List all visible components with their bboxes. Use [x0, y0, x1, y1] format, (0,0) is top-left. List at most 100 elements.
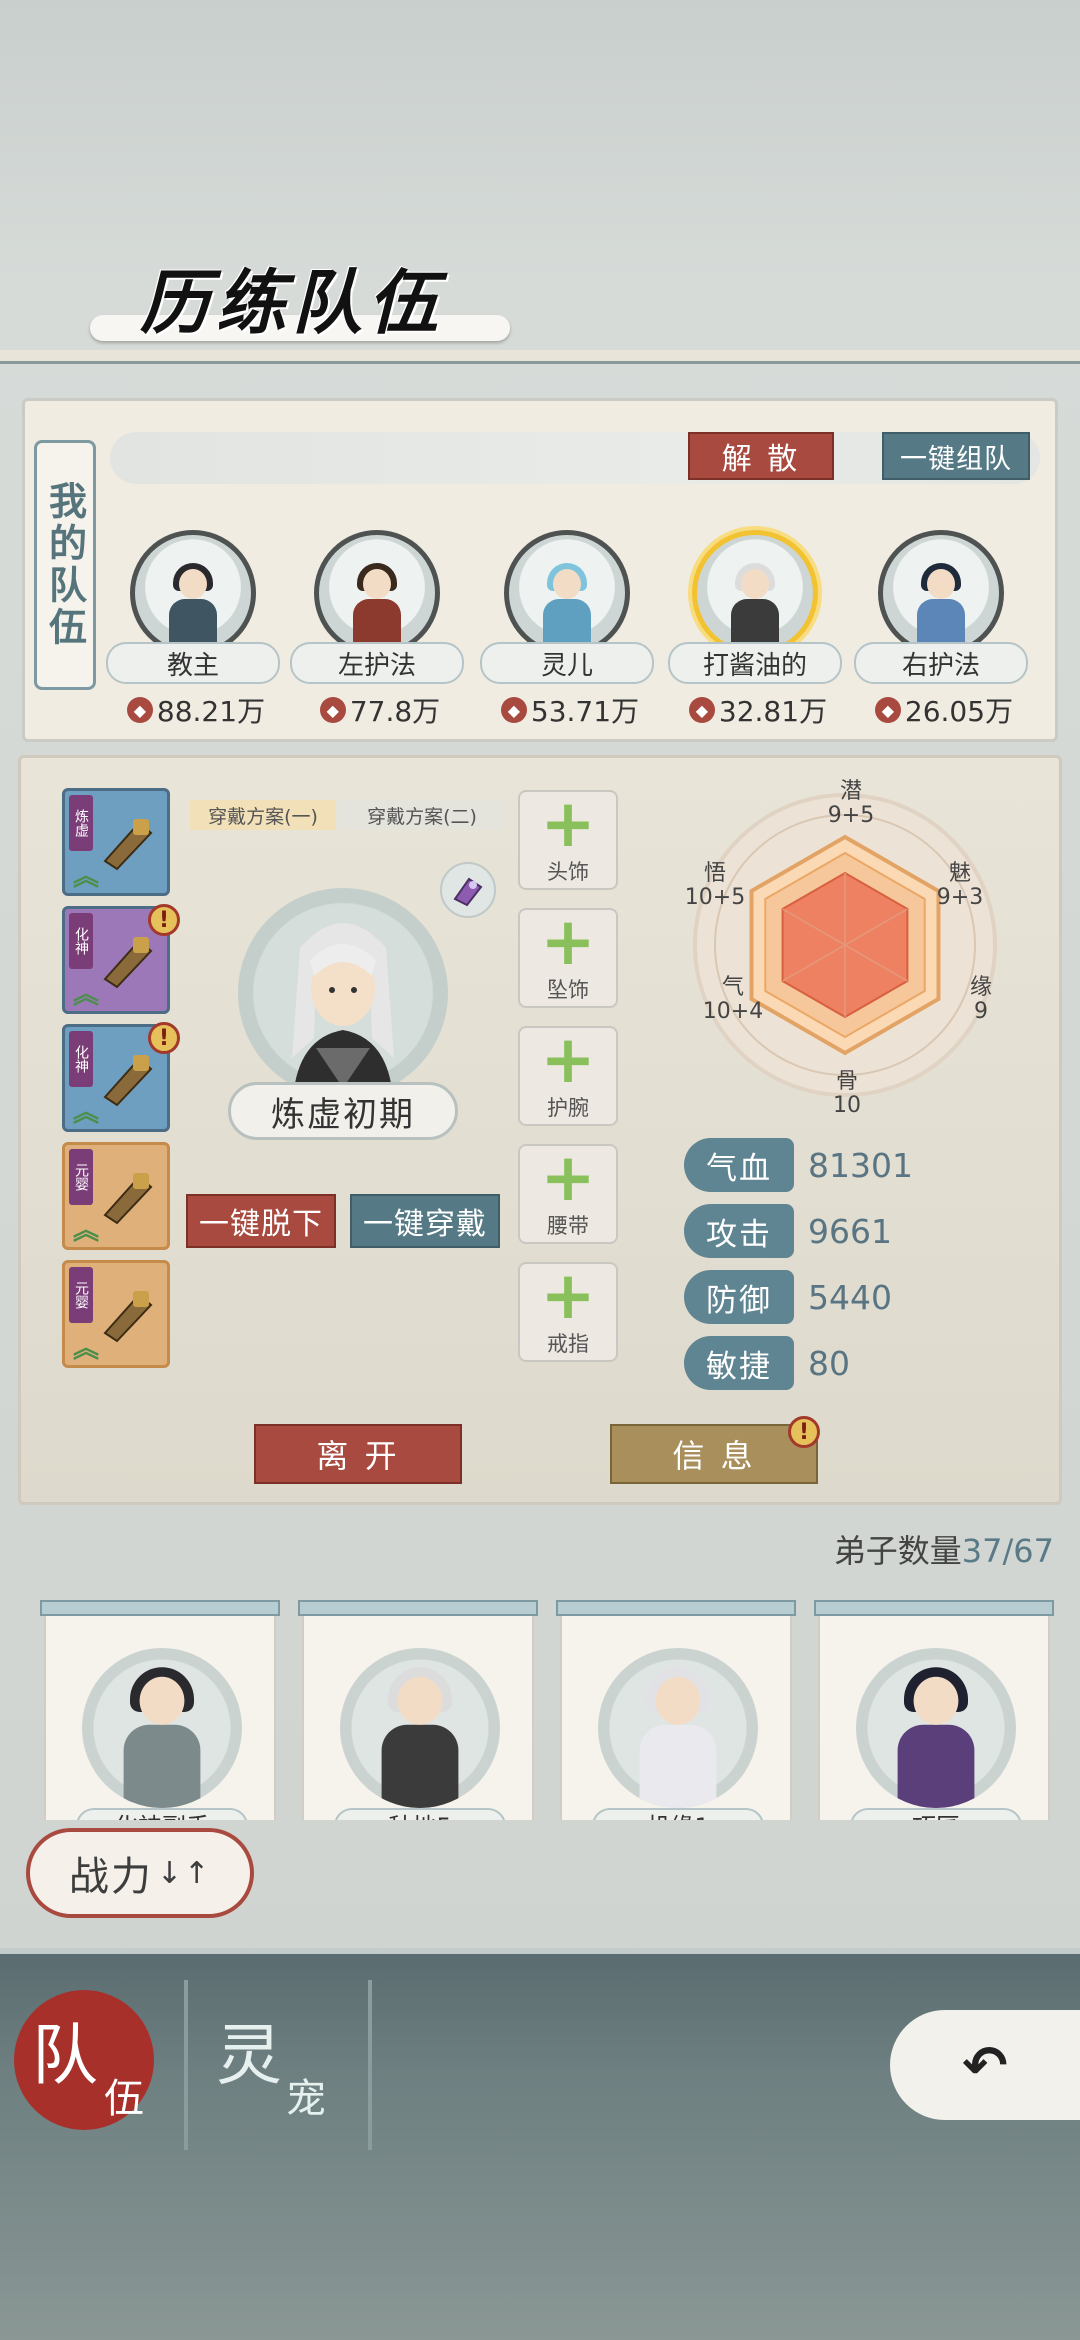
disciple-count-value: 37/67 [961, 1532, 1054, 1570]
disciple-name: 机缘1 [592, 1808, 764, 1820]
equipment-alert-icon: ! [148, 1022, 180, 1054]
disciple-count-label: 弟子数量 [833, 1532, 962, 1570]
sort-label: 战力 [68, 1854, 153, 1900]
equipment-item-icon [99, 931, 157, 991]
attribute-name: 悟 [703, 861, 726, 886]
equipment-grade-tag: 元婴 [69, 1267, 93, 1323]
my-team-label: 我的队伍 [42, 481, 88, 649]
member-power: ◆ 53.71万 [480, 692, 660, 728]
equip-plan-tab-1[interactable]: 穿戴方案(一) [190, 800, 336, 830]
attribute-label: 缘9 [946, 976, 1016, 1024]
member-name: 打酱油的 [668, 642, 842, 684]
member-name: 右护法 [854, 642, 1028, 684]
member-power-value: 88.21万 [156, 695, 266, 728]
disciple-portrait [340, 1648, 500, 1808]
attribute-label: 气 10+4 [698, 976, 768, 1024]
tab-team-big-char: 队 [32, 2017, 98, 2094]
member-avatar [314, 530, 440, 656]
auto-form-team-button[interactable]: 一键组队 [882, 432, 1030, 480]
title-text: 历练队伍 [140, 261, 444, 344]
member-power-value: 53.71万 [530, 695, 640, 728]
my-team-tag: 我的队伍 [34, 440, 96, 690]
attribute-value: 9+3 [936, 885, 984, 910]
attribute-label: 潜 9+5 [816, 780, 886, 828]
member-power-value: 77.8万 [349, 695, 441, 728]
upgrade-chevron-icon: ︽ [73, 862, 100, 892]
equipment-item-icon [99, 1285, 157, 1345]
member-power: ◆ 77.8万 [290, 692, 470, 728]
member-power: ◆ 88.21万 [106, 692, 286, 728]
member-power: ◆ 32.81万 [668, 692, 848, 728]
member-avatar [504, 530, 630, 656]
disciple-card[interactable]: 巧匠 [814, 1600, 1054, 1820]
member-power-value: 26.05万 [904, 695, 1014, 728]
equipment-alert-icon: ! [148, 904, 180, 936]
back-button[interactable]: ↶ [890, 2010, 1080, 2120]
equipment-grade-tag: 元婴 [69, 1149, 93, 1205]
attribute-name: 缘 [969, 975, 992, 1000]
equipment-slot[interactable]: 元婴 ︽ [62, 1260, 170, 1368]
disciple-name: 巧匠 [850, 1808, 1022, 1820]
stat-value: 5440 [808, 1278, 892, 1317]
equipment-grade-tag: 化神 [69, 1031, 93, 1087]
artifact-icon[interactable] [440, 862, 496, 918]
disciple-portrait [598, 1648, 758, 1808]
tab-divider [368, 1980, 372, 2150]
disciple-portrait [82, 1648, 242, 1808]
accessory-slot[interactable]: + 坠饰 [518, 908, 618, 1008]
stat-label: 攻击 [684, 1204, 794, 1258]
accessory-slot[interactable]: + 头饰 [518, 790, 618, 890]
disciple-card[interactable]: 化神副手 [40, 1600, 280, 1820]
unequip-all-button[interactable]: 一键脱下 [186, 1194, 336, 1248]
character-sprite [165, 563, 221, 651]
disciple-name: 化神副手 [76, 1808, 248, 1820]
equipment-item-icon [99, 813, 157, 873]
member-avatar [878, 530, 1004, 656]
character-sprite [539, 563, 595, 651]
info-alert-icon: ! [788, 1416, 820, 1448]
character-sprite [913, 563, 969, 651]
disband-button[interactable]: 解 散 [688, 432, 834, 480]
sort-by-power-button[interactable]: 战力 ↓↑ [26, 1828, 254, 1918]
attribute-value: 9 [974, 999, 988, 1024]
disciple-count: 弟子数量37/67 [834, 1526, 1054, 1572]
tab-pet-big-char: 灵 [216, 2017, 282, 2094]
character-sprite [891, 1667, 981, 1808]
attribute-label: 骨 10 [812, 1070, 882, 1118]
card-top-bar [814, 1600, 1054, 1616]
attribute-value: 10+5 [684, 885, 746, 910]
equip-plan-tab-2[interactable]: 穿戴方案(二) [338, 800, 506, 830]
equipment-slot[interactable]: 元婴 ︽ [62, 1142, 170, 1250]
upgrade-chevron-icon: ︽ [73, 1334, 100, 1364]
accessory-slot-label: 头饰 [547, 860, 589, 884]
attribute-value: 10 [833, 1093, 861, 1118]
tab-team[interactable]: 队 伍 [14, 1990, 164, 2140]
member-name: 灵儿 [480, 642, 654, 684]
add-icon: + [540, 785, 596, 862]
disciple-roster: 化神副手 种地5 机缘1 巧匠 [18, 1588, 1062, 1820]
tab-pet[interactable]: 灵 宠 [206, 1990, 356, 2140]
leave-team-button[interactable]: 离 开 [254, 1424, 462, 1484]
disciple-card[interactable]: 机缘1 [556, 1600, 796, 1820]
equipment-item-icon [99, 1167, 157, 1227]
back-arrow-icon: ↶ [962, 2033, 1008, 2097]
accessory-slot[interactable]: + 腰带 [518, 1144, 618, 1244]
accessory-slot-label: 护腕 [547, 1096, 589, 1120]
equipment-grade-tag: 化神 [69, 913, 93, 969]
accessory-slot-label: 坠饰 [547, 978, 589, 1002]
attribute-radar-chart [690, 790, 1000, 1100]
disciple-name: 种地5 [334, 1808, 506, 1820]
disciple-card[interactable]: 种地5 [298, 1600, 538, 1820]
stat-value: 81301 [808, 1146, 913, 1185]
equipment-slot[interactable]: 炼虚 ︽ [62, 788, 170, 896]
character-sprite [375, 1667, 465, 1808]
accessory-slot[interactable]: + 护腕 [518, 1026, 618, 1126]
stat-value: 9661 [808, 1212, 892, 1251]
accessory-slot[interactable]: + 戒指 [518, 1262, 618, 1362]
accessory-slot-label: 戒指 [547, 1332, 589, 1356]
member-power: ◆ 26.05万 [854, 692, 1034, 728]
hero-portrait [238, 888, 448, 1098]
member-power-value: 32.81万 [718, 695, 828, 728]
equip-all-button[interactable]: 一键穿戴 [350, 1194, 500, 1248]
info-button[interactable]: 信 息 [610, 1424, 818, 1484]
